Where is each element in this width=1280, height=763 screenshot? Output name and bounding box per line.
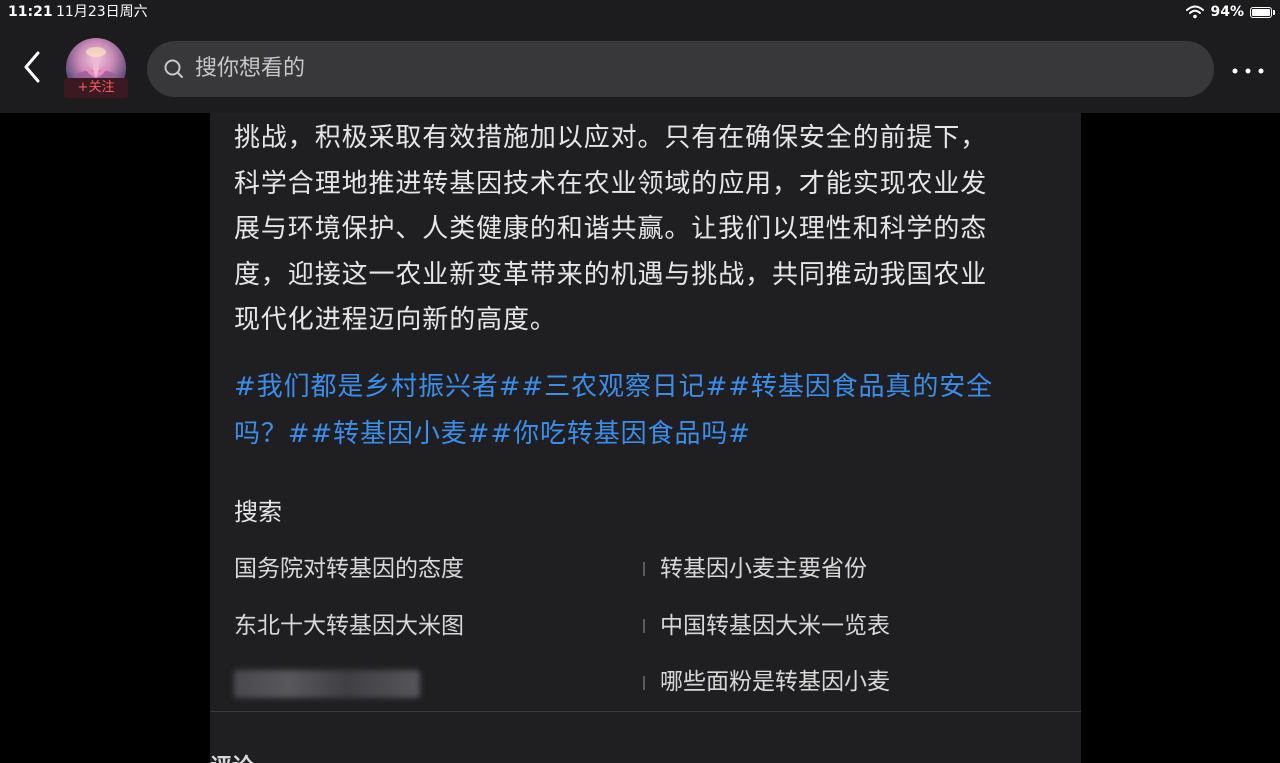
status-time: 11:21 bbox=[8, 4, 53, 20]
search-icon bbox=[163, 58, 185, 80]
section-divider bbox=[210, 711, 1081, 712]
chevron-left-icon bbox=[23, 51, 41, 87]
article-line: 现代化进程迈向新的高度。 bbox=[234, 305, 557, 335]
search-input[interactable]: 搜你想看的 bbox=[147, 41, 1214, 97]
article-panel: 挑战，积极采取有效措施加以应对。只有在确保安全的前提下， 科学合理地推进转基因技… bbox=[210, 113, 1081, 763]
more-dots-icon bbox=[1232, 59, 1264, 78]
search-placeholder: 搜你想看的 bbox=[195, 56, 306, 81]
more-button[interactable] bbox=[1228, 56, 1268, 80]
search-section-title: 搜索 bbox=[234, 498, 282, 526]
article-line: 科学合理地推进转基因技术在农业领域的应用，才能实现农业发 bbox=[234, 168, 988, 199]
hashtag-line[interactable]: 吗？##转基因小麦##你吃转基因食品吗# bbox=[234, 411, 1064, 458]
back-button[interactable] bbox=[14, 48, 50, 90]
article-body: 挑战，积极采取有效措施加以应对。只有在确保安全的前提下， 科学合理地推进转基因技… bbox=[234, 116, 1064, 344]
comments-header[interactable]: 评论 bbox=[210, 754, 254, 763]
column-divider bbox=[643, 619, 645, 633]
status-date: 11月23日周六 bbox=[56, 4, 148, 20]
search-suggestion-item[interactable]: 哪些面粉是转基因小麦 bbox=[660, 666, 890, 698]
column-divider bbox=[643, 562, 645, 576]
battery-icon bbox=[1250, 6, 1275, 18]
app-screen: 11:21 11月23日周六 94% +关注 搜你想看的 挑战，积极采取有效措施… bbox=[0, 0, 1280, 763]
article-line: 展与环境保护、人类健康的和谐共赢。让我们以理性和科学的态 bbox=[234, 214, 988, 244]
blurred-search-suggestion[interactable] bbox=[234, 670, 420, 698]
status-indicators: 94% bbox=[1186, 3, 1275, 21]
hashtag-line[interactable]: #我们都是乡村振兴者##三农观察日记##转基因食品真的安全 bbox=[234, 364, 1064, 411]
article-line: 挑战，积极采取有效措施加以应对。只有在确保安全的前提下， bbox=[234, 123, 988, 153]
battery-percent: 94% bbox=[1210, 4, 1244, 20]
search-suggestion-item[interactable]: 东北十大转基因大米图 bbox=[234, 610, 464, 642]
search-suggestion-item[interactable]: 转基因小麦主要省份 bbox=[660, 553, 867, 585]
search-suggestion-item[interactable]: 中国转基因大米一览表 bbox=[660, 610, 890, 642]
follow-button[interactable]: +关注 bbox=[64, 78, 128, 98]
column-divider bbox=[643, 676, 645, 690]
battery-tip bbox=[1273, 9, 1275, 15]
battery-level bbox=[1252, 8, 1270, 16]
article-line: 度，迎接这一农业新变革带来的机遇与挑战，共同推动我国农业 bbox=[234, 259, 988, 290]
wifi-icon bbox=[1186, 5, 1205, 19]
search-suggestion-item[interactable]: 国务院对转基因的态度 bbox=[234, 553, 464, 585]
hashtag-links[interactable]: #我们都是乡村振兴者##三农观察日记##转基因食品真的安全 吗？##转基因小麦#… bbox=[234, 364, 1064, 458]
author-avatar-group[interactable]: +关注 bbox=[64, 38, 128, 100]
top-bar: 11:21 11月23日周六 94% +关注 搜你想看的 bbox=[0, 0, 1280, 113]
